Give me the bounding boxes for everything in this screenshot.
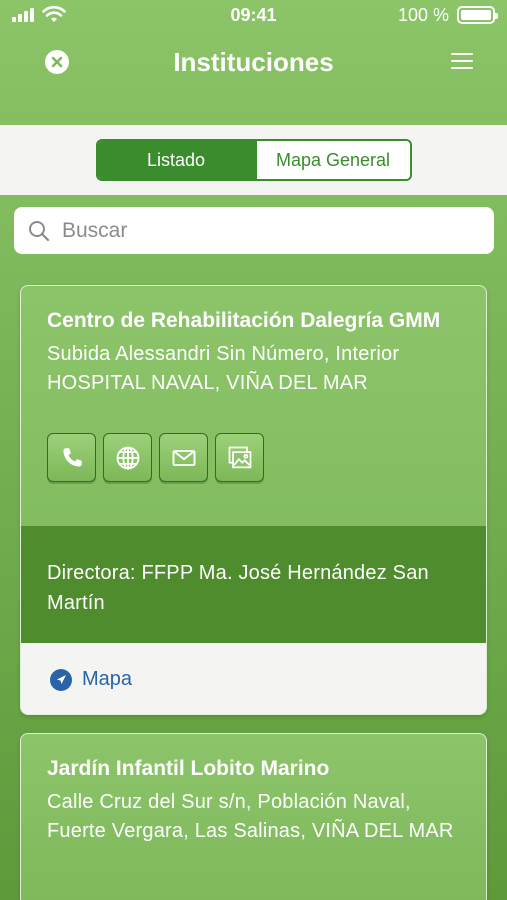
institution-name: Centro de Rehabilitación Dalegría GMM [47, 309, 441, 332]
search-input[interactable]: Buscar [14, 207, 494, 254]
status-time: 09:41 [230, 4, 277, 25]
institution-address: Subida Alessandri Sin Número, Interior H… [47, 343, 400, 394]
institution-name: Jardín Infantil Lobito Marino [47, 757, 330, 780]
phone-icon [62, 447, 82, 467]
status-right: 100 % [397, 4, 498, 26]
mail-icon [172, 449, 195, 466]
institution-card: Jardín Infantil Lobito Marino Calle Cruz… [20, 733, 487, 900]
battery-fill [461, 10, 491, 20]
search-placeholder: Buscar [62, 218, 128, 242]
card-body: Centro de Rehabilitación Dalegría GMM Su… [21, 286, 486, 482]
page-title: Instituciones [173, 46, 334, 77]
status-bar: 09:41 100 % [0, 0, 507, 30]
segment-listado[interactable]: Listado [97, 141, 255, 179]
close-circle-icon [51, 56, 63, 68]
globe-icon [116, 446, 139, 469]
segment-bar: Listado Mapa General [0, 125, 507, 195]
hamburger-menu-icon[interactable] [451, 53, 473, 69]
director-info: Directora: FFPP Ma. José Hernández San M… [21, 526, 486, 643]
map-label: Mapa [82, 668, 133, 690]
battery-label: 100 % [397, 4, 449, 25]
card-body: Jardín Infantil Lobito Marino Calle Cruz… [21, 734, 486, 846]
segment-mapa-general[interactable]: Mapa General [254, 141, 410, 179]
email-button[interactable] [159, 433, 208, 482]
institution-address: Calle Cruz del Sur s/n, Población Naval,… [47, 791, 454, 842]
gallery-button[interactable] [215, 433, 264, 482]
location-arrow-icon [50, 668, 72, 691]
search-icon [29, 220, 50, 241]
call-button[interactable] [47, 433, 96, 482]
map-link[interactable]: Mapa [21, 643, 486, 714]
wifi-icon [42, 6, 66, 22]
gallery-icon [228, 446, 251, 468]
contact-actions [47, 433, 460, 482]
close-button[interactable] [45, 50, 69, 74]
signal-icon [12, 8, 34, 22]
institution-card: Centro de Rehabilitación Dalegría GMM Su… [20, 285, 487, 715]
view-segmented-control: Listado Mapa General [95, 139, 412, 181]
battery-icon [457, 6, 498, 24]
website-button[interactable] [103, 433, 152, 482]
status-left [12, 6, 66, 24]
nav-bar: Instituciones [0, 34, 507, 90]
